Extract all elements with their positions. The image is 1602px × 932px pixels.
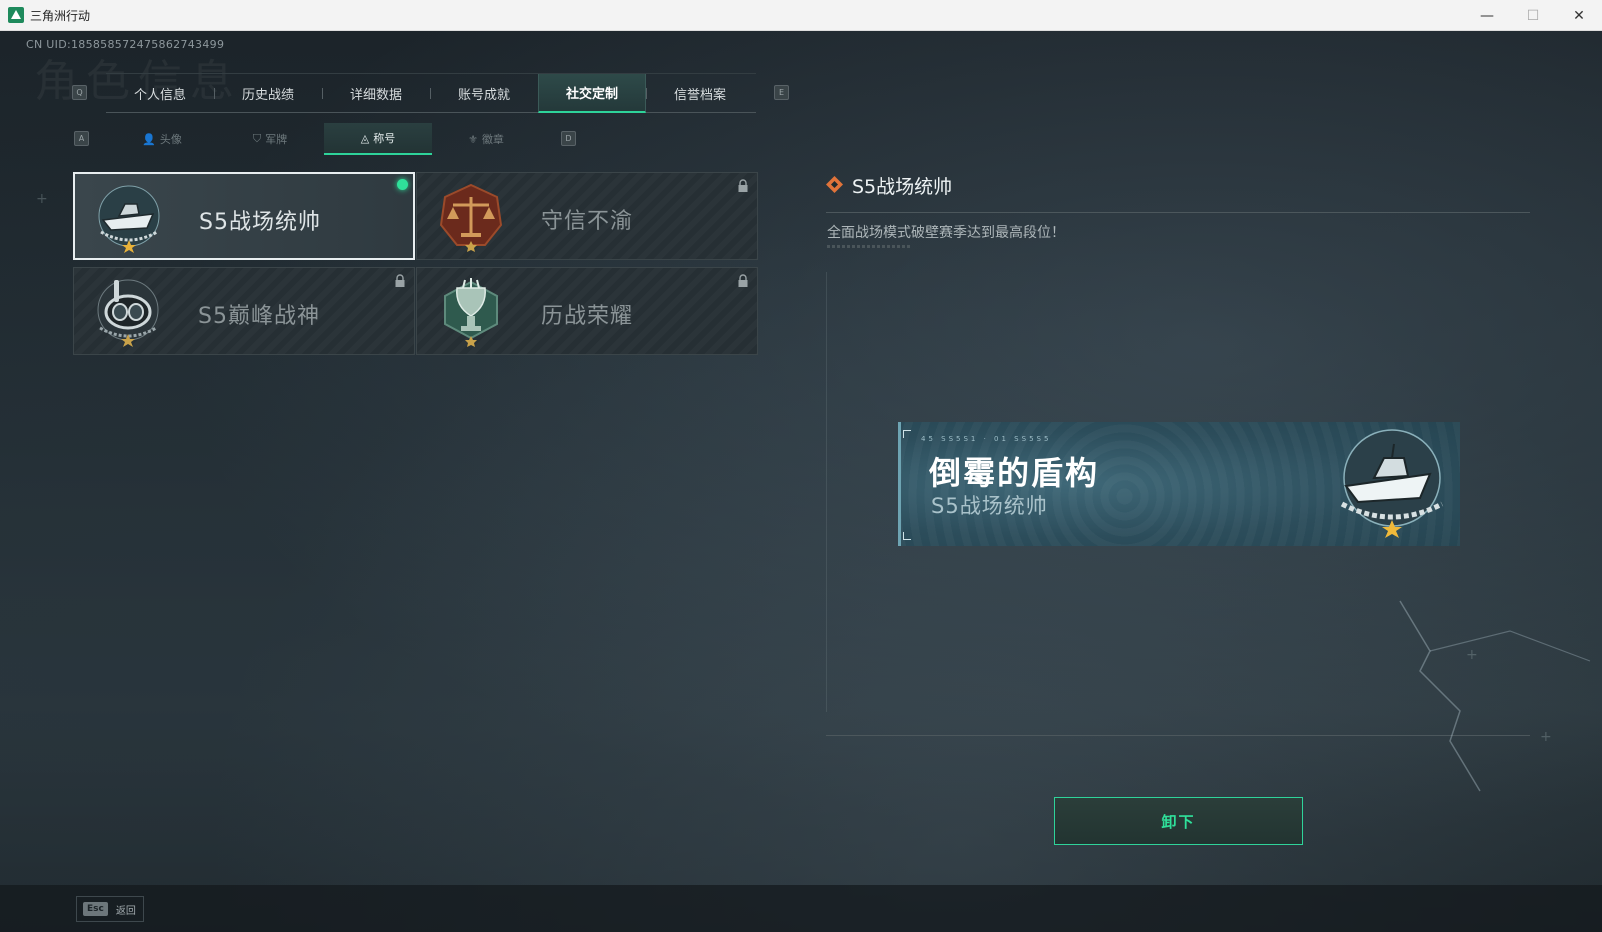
prev-tab-key-hint[interactable]: Q — [72, 85, 87, 100]
subtab-label: 徽章 — [481, 133, 504, 146]
divider — [827, 245, 911, 248]
title-icon: ◬ — [360, 131, 370, 145]
boat-emblem-icon — [98, 185, 160, 253]
window-titlebar: 三角洲行动 — ☐ ✕ — [0, 0, 1602, 31]
tab-social-customization[interactable]: 社交定制 — [538, 74, 646, 113]
title-card[interactable]: 历战荣耀 — [416, 267, 758, 355]
game-view: 角色信息 CN UID:1858585724758627434​99 + + +… — [0, 31, 1602, 932]
namecard-corner — [903, 532, 911, 540]
title-card[interactable]: 守信不渝 — [416, 172, 758, 260]
dogtag-icon: ⛉ — [252, 132, 262, 145]
trophy-emblem-icon — [444, 278, 498, 347]
title-description: 全面战场模式破壁赛季达到最高段位！ — [827, 225, 1065, 241]
subtab-label: 称号 — [373, 132, 396, 145]
lightning-decor — [1399, 600, 1591, 792]
title-diamond-icon — [826, 176, 843, 193]
diver-emblem-icon — [97, 279, 159, 347]
back-button[interactable]: Esc 返回 — [76, 896, 144, 922]
tab-achievements[interactable]: 账号成就 — [430, 74, 538, 113]
next-subtab-key-hint[interactable]: D — [561, 131, 576, 146]
unequip-button[interactable]: 卸下 — [1054, 797, 1303, 845]
subtab-label: 军牌 — [265, 133, 288, 146]
namecard-code: 45 SS5S1 · 01 SS5S5 — [921, 435, 1052, 443]
scales-emblem-icon — [439, 183, 503, 252]
subtab-dogtag[interactable]: ⛉ 军牌 — [216, 123, 324, 155]
tab-match-history[interactable]: 历史战绩 — [214, 74, 322, 113]
bottom-bar: Esc 返回 — [0, 885, 1602, 932]
title-card[interactable]: S5巅峰战神 — [73, 267, 415, 355]
tab-personal-info[interactable]: 个人信息 — [106, 74, 214, 113]
namecard-corner — [903, 430, 911, 438]
divider — [826, 212, 1530, 213]
lock-icon — [738, 179, 748, 192]
subtab-label: 头像 — [159, 133, 182, 146]
title-card-label: 历战荣耀 — [541, 304, 634, 329]
prev-subtab-key-hint[interactable]: A — [74, 131, 89, 146]
lock-icon — [395, 274, 405, 287]
title-card[interactable]: S5战场统帅 — [73, 172, 415, 260]
equipped-indicator — [397, 179, 408, 190]
subtab-badge[interactable]: ⚜ 徽章 — [432, 123, 540, 155]
window-title: 三角洲行动 — [30, 9, 91, 23]
tab-detailed-stats[interactable]: 详细数据 — [322, 74, 430, 113]
player-uid: CN UID:1858585724758627434​99 — [26, 38, 225, 51]
subtab-avatar[interactable]: 👤 头像 — [108, 123, 216, 155]
lock-icon — [738, 274, 748, 287]
decor-plus-icon: + — [36, 191, 48, 207]
player-name: 倒霉的盾构 — [929, 454, 1100, 492]
divider — [826, 272, 827, 712]
boat-emblem-icon — [1340, 429, 1444, 538]
tab-reputation[interactable]: 信誉档案 — [646, 74, 754, 113]
title-card-label: 守信不渝 — [541, 209, 634, 234]
title-card-label: S5巅峰战神 — [198, 304, 320, 329]
user-icon: 👤 — [142, 132, 156, 146]
next-tab-key-hint[interactable]: E — [774, 85, 789, 100]
sub-tab-bar: 👤 头像 ⛉ 军牌 ◬ 称号 ⚜ 徽章 — [108, 123, 541, 155]
minimize-button[interactable]: — — [1464, 0, 1510, 31]
maximize-button[interactable]: ☐ — [1510, 0, 1556, 31]
title-card-label: S5战场统帅 — [199, 210, 321, 235]
badge-icon: ⚜ — [468, 132, 478, 146]
main-tab-bar: 个人信息 历史战绩 详细数据 账号成就 社交定制 信誉档案 — [106, 73, 756, 113]
back-label: 返回 — [115, 905, 136, 917]
namecard-title: S5战场统帅 — [931, 494, 1048, 518]
esc-key-hint: Esc — [83, 902, 108, 916]
subtab-title[interactable]: ◬ 称号 — [324, 123, 432, 155]
close-button[interactable]: ✕ — [1556, 0, 1602, 31]
app-logo-icon — [8, 7, 24, 23]
namecard-preview: 45 SS5S1 · 01 SS5S5 倒霉的盾构 S5战场统帅 — [898, 422, 1460, 546]
selected-title-name: S5战场统帅 — [852, 176, 953, 198]
